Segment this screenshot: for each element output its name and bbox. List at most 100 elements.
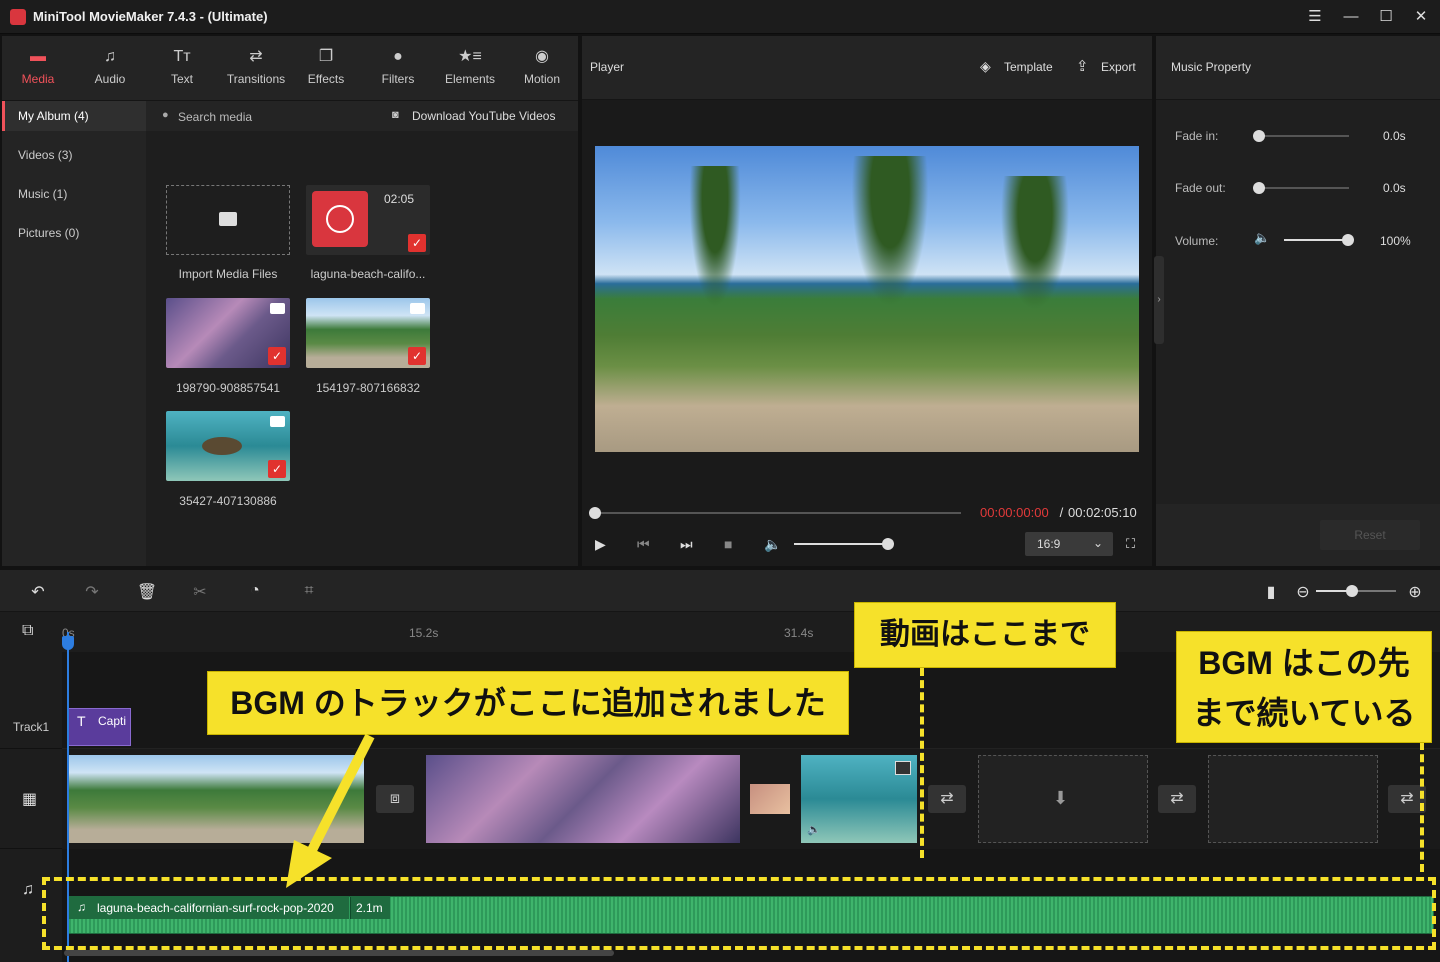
zoom-in-icon[interactable]: ⊕ [1403,582,1427,602]
panel-collapse-handle[interactable]: › [1154,256,1164,344]
media-item-video-coral[interactable]: ✓ [166,298,290,368]
player-panel: Player ◈ Template ⇪ Export 00:00:00:00 /… [582,36,1152,566]
ruler-label: 31.4s [784,626,814,640]
zoom-handle[interactable] [1346,585,1358,597]
media-item-label: 154197-807166832 [315,381,421,395]
volume-slider[interactable] [1284,234,1354,246]
title-bar: MiniTool MovieMaker 7.4.3 - (Ultimate) ☰… [0,0,1440,34]
speaker-icon: 🔈 [1254,230,1271,245]
aspect-ratio-select[interactable]: 16:9 ⌄ [1025,532,1113,556]
media-duration: 02:05 [384,192,415,206]
aspect-ratio-value: 16:9 [1037,537,1061,551]
video-clip-coral[interactable] [426,755,740,843]
playhead-handle[interactable] [62,636,74,650]
video-clip-turtle[interactable]: 🔈 [801,755,917,843]
caption-clip-label: Capti [98,714,127,728]
app-logo-icon [10,9,26,25]
callout-bgm-continues-line1: BGM はこの先 [1198,645,1410,681]
search-icon: ● [162,109,169,121]
transition-button[interactable]: ⇄ [928,785,966,813]
current-time: 00:00:00:00 [980,505,1049,520]
search-input[interactable]: Search media [178,110,252,124]
time-separator: / [1056,505,1067,520]
timeline-scrollbar[interactable] [64,950,614,956]
folder-icon [219,212,237,226]
split-icon[interactable]: ✂ [188,582,212,602]
video-preview[interactable] [595,146,1139,452]
fullscreen-icon[interactable]: ⛶ [1126,536,1135,552]
fade-out-slider[interactable] [1253,182,1349,194]
next-frame-icon[interactable]: ⏭ [680,536,693,553]
caption-clip[interactable]: T Capti [68,708,131,746]
fade-in-slider[interactable] [1253,130,1349,142]
media-item-label: 35427-407130886 [179,494,277,508]
text-icon: Tт [173,48,191,65]
sidebar-item-my-album[interactable]: My Album (4) [2,101,146,131]
download-youtube-link[interactable]: Download YouTube Videos [412,109,555,123]
playback-progress-track[interactable] [589,507,961,519]
player-header: Player ◈ Template ⇪ Export [582,36,1152,100]
media-item-music[interactable]: 02:05 ✓ [306,185,430,255]
redo-icon[interactable]: ↷ [80,582,104,602]
toolbar-motion-button[interactable]: ◉ Motion [506,36,578,100]
empty-clip-slot[interactable]: ⬇ [978,755,1148,843]
sidebar-item-videos[interactable]: Videos (3) [2,140,146,170]
callout-arrow-icon [286,733,375,888]
music-note-icon: ♫ [22,881,34,898]
empty-clip-slot[interactable] [1208,755,1378,843]
sidebar-item-pictures[interactable]: Pictures (0) [2,218,146,248]
fade-out-handle[interactable] [1253,182,1265,194]
toolbar-elements-button[interactable]: ★≡ Elements [434,36,506,100]
volume-handle[interactable] [1342,234,1354,246]
toolbar-audio-button[interactable]: ♫ Audio [74,36,146,100]
toolbar-filters-button[interactable]: ● Filters [362,36,434,100]
volume-icon[interactable]: 🔈 [764,536,781,553]
transition-button[interactable]: ⇄ [1158,785,1196,813]
export-button[interactable]: Export [1101,60,1136,74]
clip-options-icon[interactable] [895,761,911,775]
toolbar-transitions-button[interactable]: ⇄ Transitions [218,36,294,100]
volume-handle[interactable] [882,538,894,550]
play-icon[interactable]: ▶ [595,536,606,553]
zoom-slider[interactable] [1316,585,1396,597]
toolbar-media-button[interactable]: ▬ Media [2,36,74,100]
total-time: 00:02:05:10 [1068,505,1137,520]
fit-timeline-icon[interactable]: ▮ [1259,582,1283,602]
callout-bgm-continues: BGM はこの先 まで続いている [1176,631,1432,743]
zoom-out-icon[interactable]: ⊖ [1291,582,1315,602]
music-note-icon: ♫ [104,48,116,65]
add-track-icon[interactable]: ⧉ [22,622,33,640]
undo-icon[interactable]: ↶ [26,582,50,602]
music-disc-icon [312,191,368,247]
toolbar-text-button[interactable]: Tт Text [146,36,218,100]
speed-icon[interactable]: ◔ [243,582,267,602]
maximize-icon[interactable]: ☐ [1375,7,1397,27]
progress-handle[interactable] [589,507,601,519]
transition-thumbnail[interactable] [750,784,790,814]
template-icon: ◈ [980,58,991,74]
sidebar-item-music[interactable]: Music (1) [2,179,146,209]
close-icon[interactable]: ✕ [1410,7,1432,27]
menu-icon[interactable]: ☰ [1304,7,1326,27]
media-item-video-beach[interactable]: ✓ [306,298,430,368]
track1-label: Track1 [13,720,50,734]
fade-in-handle[interactable] [1253,130,1265,142]
player-volume-slider[interactable] [794,538,894,550]
import-media-button[interactable] [166,185,290,255]
crop-icon[interactable]: ⌗ [297,582,321,602]
bgm-track-highlight [42,877,1436,950]
fade-out-label: Fade out: [1175,181,1226,195]
stop-icon[interactable]: ■ [724,536,732,552]
fade-in-value: 0.0s [1383,129,1406,143]
text-icon: T [77,713,86,729]
previous-frame-icon[interactable]: ⏮ [637,536,650,553]
transition-slot-icon[interactable]: ⧈ [376,785,414,813]
reset-button[interactable]: Reset [1320,520,1420,550]
template-button[interactable]: Template [1004,60,1053,74]
delete-icon[interactable]: 🗑 [135,582,159,602]
minimize-icon[interactable]: — [1340,7,1362,27]
media-item-video-turtle[interactable]: ✓ [166,411,290,481]
toolbar-effects-button[interactable]: ❐ Effects [290,36,362,100]
volume-value: 100% [1380,234,1411,248]
music-property-header: Music Property [1156,36,1440,100]
